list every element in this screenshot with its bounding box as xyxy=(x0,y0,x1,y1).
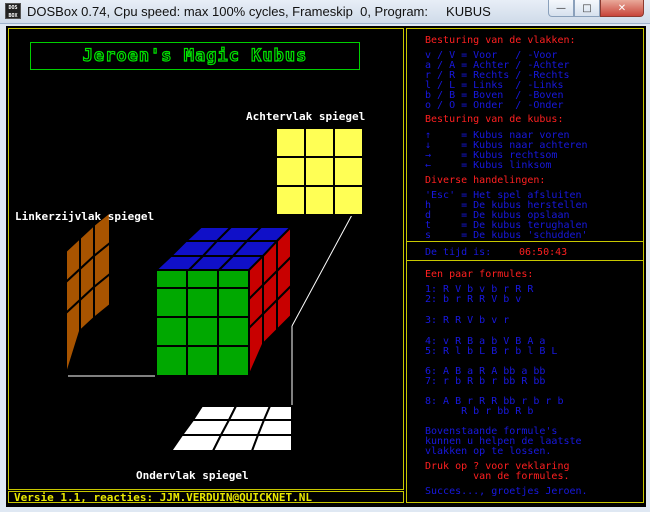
formula-3: 3: R R V b v r xyxy=(425,315,510,326)
left-mirror-label: Linkerzijvlak spiegel xyxy=(15,210,155,223)
time-label: De tijd is: xyxy=(425,247,492,258)
formula-5: 5: R l b L B r b l B L xyxy=(425,346,558,357)
left-mirror-face xyxy=(65,209,111,377)
cube-graphic xyxy=(65,127,364,452)
window-controls: — □ ✕ xyxy=(548,0,644,19)
bottom-mirror-face xyxy=(169,405,293,452)
back-mirror-face xyxy=(275,127,364,216)
dosbox-app-icon[interactable]: DOS BOX xyxy=(5,3,21,19)
cube-heading: Besturing van de kubus: xyxy=(425,114,564,125)
planes-heading: Besturing van de vlakken: xyxy=(425,35,576,46)
help-divider-1 xyxy=(406,241,644,242)
help-divider-2 xyxy=(406,260,644,261)
misc-heading: Diverse handelingen: xyxy=(425,175,546,186)
formula-7: 7: r b R b r bb R bb xyxy=(425,376,546,387)
planes-line-6: o / O = Onder / -Onder xyxy=(425,100,564,111)
dos-screen[interactable]: Jeroen's Magic Kubus Achtervlak spiegel … xyxy=(6,26,646,507)
maximize-button[interactable]: □ xyxy=(574,0,600,17)
time-value: 06:50:43 xyxy=(519,247,568,258)
farewell-text: Succes..., groetjes Jeroen. xyxy=(425,486,588,497)
back-mirror-label: Achtervlak spiegel xyxy=(246,110,366,123)
footer-text: Versie 1.1, reacties: JJM.VERDUIN@QUICKN… xyxy=(14,491,313,504)
cube-front-top-row xyxy=(155,269,250,289)
formulas-heading: Een paar formules: xyxy=(425,269,534,280)
cube-line-4: ← = Kubus linksom xyxy=(425,160,552,171)
window-titlebar[interactable]: DOS BOX DOSBox 0.74, Cpu speed: max 100%… xyxy=(0,0,650,24)
minimize-button[interactable]: — xyxy=(548,0,574,17)
close-button[interactable]: ✕ xyxy=(600,0,644,17)
bottom-mirror-label: Ondervlak spiegel xyxy=(136,469,249,482)
misc-line-5: s = De kubus 'schudden' xyxy=(425,230,588,241)
cube-front-face xyxy=(155,287,250,377)
formula-2: 2: b r R R V b v xyxy=(425,294,522,305)
note-line-3: vlakken op te lossen. xyxy=(425,446,552,457)
window-title: DOSBox 0.74, Cpu speed: max 100% cycles,… xyxy=(27,4,491,19)
formula-8-cont: R b r bb R b xyxy=(425,406,534,417)
press-line-2: van de formules. xyxy=(425,471,570,482)
